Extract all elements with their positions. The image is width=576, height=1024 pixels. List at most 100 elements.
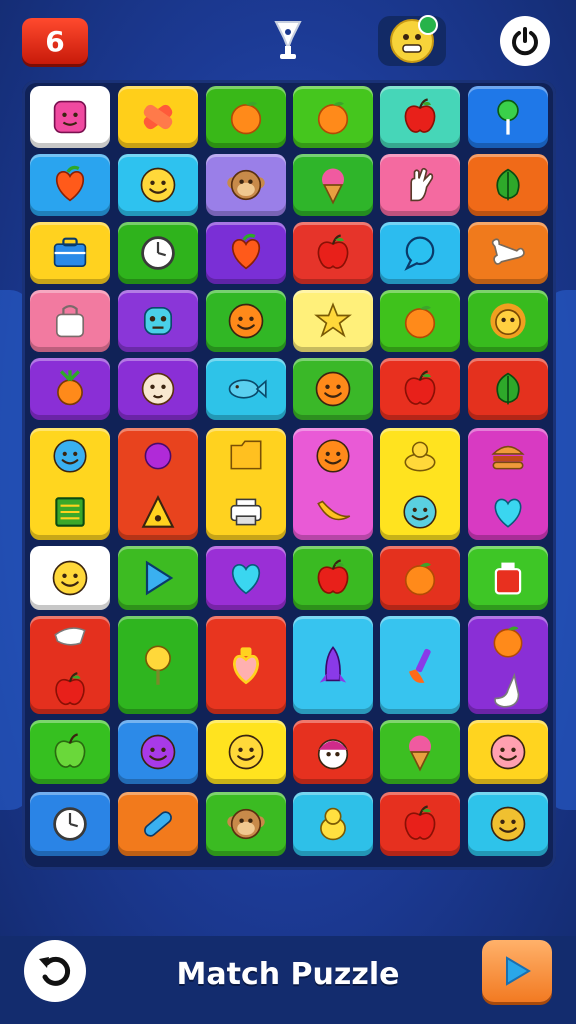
fish-icon xyxy=(228,379,267,399)
bandage-icon xyxy=(143,104,173,130)
tile-r6-c3[interactable] xyxy=(206,428,286,540)
briefcase-icon xyxy=(53,237,87,268)
tile-r5-c2[interactable] xyxy=(118,358,198,420)
level-number: 6 xyxy=(45,24,65,58)
tile-r6-c1[interactable] xyxy=(30,428,110,540)
tile-r6-c2[interactable] xyxy=(118,428,198,540)
tile-r8-c4[interactable] xyxy=(293,616,373,714)
pig-face-icon xyxy=(490,734,526,770)
carrot-icon xyxy=(57,370,83,406)
tile-r1-c6[interactable] xyxy=(468,86,548,148)
tile-r6-c5[interactable] xyxy=(380,428,460,540)
tile-r5-c1[interactable] xyxy=(30,358,110,420)
tile-r10-c3[interactable] xyxy=(206,792,286,856)
tile-r10-c6[interactable] xyxy=(468,792,548,856)
tile-r7-c5[interactable] xyxy=(380,546,460,610)
tile-r7-c3[interactable] xyxy=(206,546,286,610)
tile-r3-c3[interactable] xyxy=(206,222,286,284)
tile-r8-c6[interactable] xyxy=(468,616,548,714)
tile-r8-c2[interactable] xyxy=(118,616,198,714)
orange-fruit-icon xyxy=(493,626,523,658)
play-button[interactable] xyxy=(482,940,552,1002)
list-icon xyxy=(55,497,85,527)
orange-fruit-icon xyxy=(230,101,262,135)
tile-r3-c6[interactable] xyxy=(468,222,548,284)
heart-icon xyxy=(494,498,522,528)
tile-r1-c4[interactable] xyxy=(293,86,373,148)
tile-r3-c2[interactable] xyxy=(118,222,198,284)
speech-bubble-icon xyxy=(404,236,435,271)
level-badge[interactable]: 6 xyxy=(22,18,88,64)
orange-fruit-icon xyxy=(404,305,436,339)
tile-r8-c5[interactable] xyxy=(380,616,460,714)
tile-r10-c4[interactable] xyxy=(293,792,373,856)
tile-r7-c2[interactable] xyxy=(118,546,198,610)
tile-r6-c4[interactable] xyxy=(293,428,373,540)
tile-r9-c6[interactable] xyxy=(468,720,548,784)
pill-icon xyxy=(144,811,172,837)
lion-face-icon xyxy=(490,303,526,339)
undo-button[interactable] xyxy=(24,940,86,1002)
orange-fruit-icon xyxy=(404,562,436,596)
tile-r2-c3[interactable] xyxy=(206,154,286,216)
jar-icon xyxy=(494,562,522,595)
tile-r1-c1[interactable] xyxy=(30,86,110,148)
tile-r4-c5[interactable] xyxy=(380,290,460,352)
apple-icon xyxy=(404,805,436,840)
tile-r9-c4[interactable] xyxy=(293,720,373,784)
clock-icon xyxy=(53,807,87,841)
tile-r7-c1[interactable] xyxy=(30,546,110,610)
ice-cream-icon xyxy=(322,168,344,205)
flower-icon xyxy=(145,645,171,685)
tile-r3-c1[interactable] xyxy=(30,222,110,284)
tile-r2-c5[interactable] xyxy=(380,154,460,216)
tile-r7-c4[interactable] xyxy=(293,546,373,610)
tile-r6-c6[interactable] xyxy=(468,428,548,540)
tile-r9-c1[interactable] xyxy=(30,720,110,784)
tile-r2-c2[interactable] xyxy=(118,154,198,216)
tile-r2-c1[interactable] xyxy=(30,154,110,216)
avatar-icon xyxy=(390,15,438,63)
duck-icon xyxy=(404,441,436,472)
tile-r5-c5[interactable] xyxy=(380,358,460,420)
sloth-face-icon xyxy=(141,372,175,406)
tile-r4-c1[interactable] xyxy=(30,290,110,352)
clock-icon xyxy=(141,236,175,270)
tile-r4-c6[interactable] xyxy=(468,290,548,352)
tile-r10-c1[interactable] xyxy=(30,792,110,856)
tile-r1-c5[interactable] xyxy=(380,86,460,148)
apple-icon xyxy=(404,98,436,133)
tile-r2-c4[interactable] xyxy=(293,154,373,216)
tile-r5-c4[interactable] xyxy=(293,358,373,420)
tile-r7-c6[interactable] xyxy=(468,546,548,610)
hand-icon xyxy=(410,167,434,202)
ball-icon xyxy=(144,442,172,470)
play-icon xyxy=(506,956,531,986)
tile-r10-c2[interactable] xyxy=(118,792,198,856)
tile-r4-c3[interactable] xyxy=(206,290,286,352)
orange-face-icon xyxy=(228,303,264,339)
notification-dot xyxy=(418,15,438,35)
tile-r1-c3[interactable] xyxy=(206,86,286,148)
orange-face-icon xyxy=(315,371,351,407)
star-icon xyxy=(314,302,352,338)
tile-r4-c2[interactable] xyxy=(118,290,198,352)
trophy-icon[interactable] xyxy=(270,18,306,62)
tile-r5-c3[interactable] xyxy=(206,358,286,420)
tile-r8-c3[interactable] xyxy=(206,616,286,714)
tile-r5-c6[interactable] xyxy=(468,358,548,420)
tile-r4-c4[interactable] xyxy=(293,290,373,352)
tile-r8-c1[interactable] xyxy=(30,616,110,714)
tile-r3-c4[interactable] xyxy=(293,222,373,284)
smiley-face-icon xyxy=(228,734,264,770)
play-arrow-icon xyxy=(145,560,174,596)
tile-r1-c2[interactable] xyxy=(118,86,198,148)
power-button[interactable] xyxy=(500,16,550,66)
tile-r3-c5[interactable] xyxy=(380,222,460,284)
avatar-chip[interactable] xyxy=(378,15,446,66)
tile-r10-c5[interactable] xyxy=(380,792,460,856)
tile-r2-c6[interactable] xyxy=(468,154,548,216)
tile-r9-c2[interactable] xyxy=(118,720,198,784)
tile-r9-c5[interactable] xyxy=(380,720,460,784)
tile-r9-c3[interactable] xyxy=(206,720,286,784)
